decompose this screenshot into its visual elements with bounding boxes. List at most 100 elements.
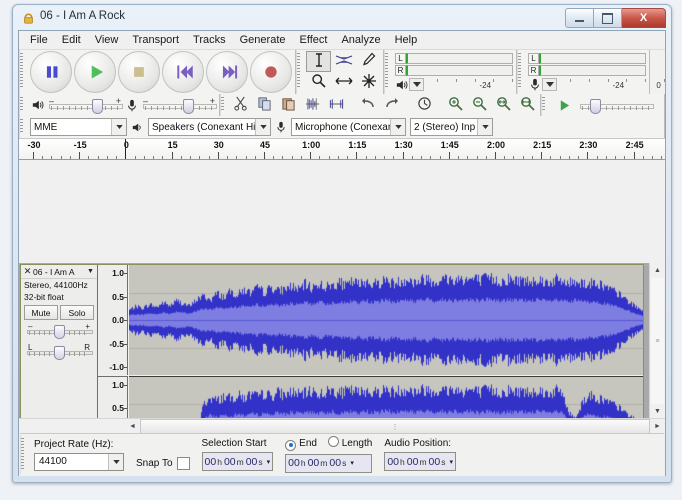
toolbar-grip[interactable]	[19, 50, 27, 94]
menu-effect[interactable]: Effect	[293, 32, 335, 48]
scroll-right-button[interactable]: ►	[650, 419, 665, 434]
length-radio[interactable]: Length	[327, 436, 372, 449]
cut-button[interactable]	[228, 95, 252, 116]
record-button[interactable]	[250, 51, 292, 93]
fit-selection-button[interactable]	[492, 95, 516, 116]
selection-tool[interactable]	[306, 51, 331, 72]
record-meter-menu-button[interactable]	[542, 78, 557, 91]
slider-thumb[interactable]	[183, 99, 194, 114]
zoom-tool[interactable]	[306, 72, 331, 93]
slider-thumb[interactable]	[54, 325, 65, 339]
time-hours[interactable]: 00	[288, 457, 300, 469]
horizontal-scroll-thumb[interactable]: ⋮	[140, 419, 650, 434]
scroll-up-button[interactable]: ▲	[650, 263, 665, 278]
time-minutes[interactable]: 00	[308, 457, 320, 469]
record-meter[interactable]: L R -24 0	[525, 50, 665, 94]
menu-tracks[interactable]: Tracks	[186, 32, 233, 48]
paste-button[interactable]	[276, 95, 300, 116]
pause-button[interactable]	[30, 51, 72, 93]
toolbar-grip[interactable]	[541, 94, 549, 116]
snap-to-checkbox[interactable]	[176, 456, 190, 470]
output-device-select[interactable]: Speakers (Conexant Hiɡ	[148, 118, 271, 136]
play-at-speed-button[interactable]	[552, 95, 576, 116]
track-gain-slider[interactable]: – +	[27, 322, 93, 339]
track-menu-button[interactable]: ▼	[85, 268, 96, 275]
multi-tool[interactable]	[356, 72, 381, 93]
waveform-left-channel[interactable]	[129, 265, 643, 375]
selection-end-field[interactable]: 00 h 00 m 00 s ▾	[285, 453, 373, 473]
chevron-down-icon[interactable]: ▾	[350, 459, 354, 467]
zoom-in-button[interactable]	[444, 95, 468, 116]
vertical-scroll-track[interactable]: ≡	[651, 278, 664, 404]
menu-edit[interactable]: Edit	[55, 32, 88, 48]
sync-lock-button[interactable]	[412, 95, 436, 116]
fit-project-button[interactable]	[516, 95, 540, 116]
mute-button[interactable]: Mute	[24, 305, 58, 320]
vertical-scrollbar[interactable]: ▲ ≡ ▼	[649, 263, 665, 419]
copy-button[interactable]	[252, 95, 276, 116]
input-volume-slider[interactable]: – +	[143, 96, 217, 114]
slider-thumb[interactable]	[590, 99, 601, 114]
toolbar-grip[interactable]	[20, 435, 28, 474]
time-minutes[interactable]: 00	[224, 456, 236, 468]
chevron-down-icon[interactable]: ▾	[267, 458, 271, 466]
skip-start-button[interactable]	[162, 51, 204, 93]
menu-view[interactable]: View	[88, 32, 126, 48]
project-rate-select[interactable]: 44100	[34, 452, 124, 471]
time-minutes[interactable]: 00	[407, 456, 419, 468]
toolbar-grip[interactable]	[19, 94, 27, 116]
timeshift-tool[interactable]	[331, 72, 356, 93]
undo-button[interactable]	[356, 95, 380, 116]
zoom-out-button[interactable]	[468, 95, 492, 116]
time-hours[interactable]: 00	[387, 456, 399, 468]
menu-generate[interactable]: Generate	[233, 32, 293, 48]
draw-tool[interactable]	[356, 51, 381, 72]
silence-button[interactable]	[324, 95, 348, 116]
toolbar-grip[interactable]	[517, 50, 525, 94]
toolbar-grip[interactable]	[296, 50, 304, 94]
end-radio[interactable]: End	[285, 438, 317, 451]
slider-thumb[interactable]	[54, 346, 65, 360]
time-seconds[interactable]: 00	[246, 456, 258, 468]
playback-meter[interactable]: L R -240	[392, 50, 532, 94]
time-hours[interactable]: 00	[205, 456, 217, 468]
toolbar-grip[interactable]	[384, 50, 392, 94]
track-pan-slider[interactable]: L R	[27, 343, 93, 360]
playback-meter-menu-button[interactable]	[409, 78, 424, 91]
stop-button[interactable]	[118, 51, 160, 93]
scroll-down-button[interactable]: ▼	[650, 404, 665, 419]
playhead-cursor[interactable]	[125, 139, 127, 159]
input-device-select[interactable]: Microphone (Conexant I	[291, 118, 406, 136]
output-volume-slider[interactable]: – +	[49, 96, 123, 114]
solo-button[interactable]: Solo	[60, 305, 94, 320]
skip-end-button[interactable]	[206, 51, 248, 93]
play-button[interactable]	[74, 51, 116, 93]
menu-file[interactable]: File	[23, 32, 55, 48]
toolbar-grip[interactable]	[19, 116, 27, 138]
horizontal-scrollbar[interactable]: ◄ ⋮ ►	[19, 418, 665, 434]
menu-analyze[interactable]: Analyze	[334, 32, 387, 48]
track-close-button[interactable]: ✕	[22, 266, 33, 277]
trim-button[interactable]	[300, 95, 324, 116]
snap-to-label: Snap To	[136, 457, 173, 469]
menu-help[interactable]: Help	[388, 32, 425, 48]
menu-transport[interactable]: Transport	[125, 32, 186, 48]
selection-start-field[interactable]: 00 h 00 m 00 s ▾	[201, 452, 274, 471]
redo-button[interactable]	[380, 95, 404, 116]
time-seconds[interactable]: 00	[429, 456, 441, 468]
chevron-down-icon[interactable]: ▾	[449, 458, 453, 466]
timeline-ruler[interactable]: -30 -15 0 15 30 45 1:00 1:15 1:30 1:45 2:00 2:15 2:3…	[19, 138, 665, 160]
envelope-tool[interactable]	[331, 51, 356, 72]
output-device-value: Speakers (Conexant Hiɡ	[152, 121, 261, 133]
time-seconds[interactable]: 00	[329, 457, 341, 469]
waveform-right-channel[interactable]	[129, 376, 643, 419]
audio-position-field[interactable]: 00 h 00 m 00 s ▾	[384, 452, 456, 471]
toolbar-grip[interactable]	[220, 94, 228, 116]
maximize-button[interactable]	[594, 8, 622, 28]
input-channels-select[interactable]: 2 (Stereo) Inp	[410, 118, 493, 136]
slider-thumb[interactable]	[92, 99, 103, 114]
close-button[interactable]: X	[622, 8, 666, 28]
minimize-button[interactable]	[565, 8, 594, 28]
audio-host-select[interactable]: MME	[30, 118, 127, 136]
playback-speed-slider[interactable]	[580, 97, 654, 114]
